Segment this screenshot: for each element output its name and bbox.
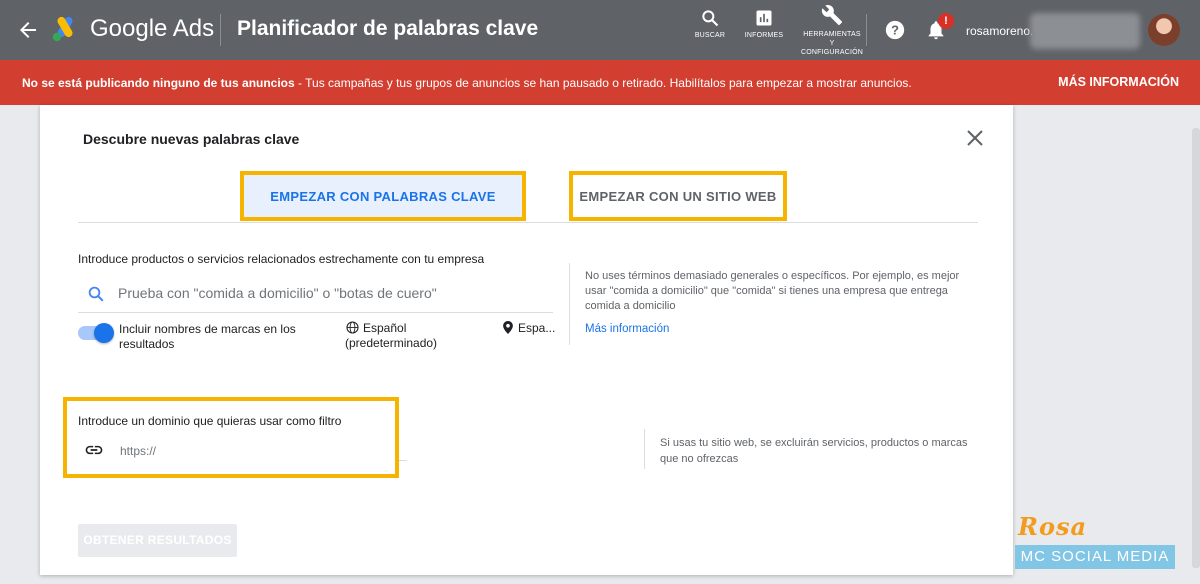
keyword-discovery-dialog: Descubre nuevas palabras clave EMPEZAR C… <box>40 105 1013 575</box>
page-title: Planificador de palabras clave <box>237 17 539 40</box>
banner-bold-text: No se está publicando ninguno de tus anu… <box>22 76 295 90</box>
tab-start-with-website[interactable]: EMPEZAR CON UN SITIO WEB <box>569 171 787 221</box>
keywords-tip: No uses términos demasiado generales o e… <box>585 270 960 312</box>
notification-badge: ! <box>938 13 954 29</box>
keywords-label: Introduce productos o servicios relacion… <box>78 252 485 266</box>
reports-tool-label: INFORMES <box>744 32 784 39</box>
header-divider <box>220 14 221 46</box>
scrollbar[interactable] <box>1192 128 1200 568</box>
back-arrow-icon[interactable] <box>16 18 40 42</box>
tabs-divider <box>78 222 978 223</box>
alert-banner: No se está publicando ninguno de tus anu… <box>0 60 1200 105</box>
bar-chart-icon <box>756 10 772 26</box>
tab-start-with-keywords[interactable]: EMPEZAR CON PALABRAS CLAVE <box>240 171 526 221</box>
header-divider <box>866 14 867 46</box>
get-results-button[interactable]: OBTENER RESULTADOS <box>78 524 237 557</box>
avatar[interactable] <box>1148 14 1180 46</box>
banner-text: - Tus campañas y tus grupos de anuncios … <box>294 76 912 90</box>
search-tool-label: BUSCAR <box>694 32 726 39</box>
search-icon <box>702 10 719 27</box>
top-app-bar: Google Ads Planificador de palabras clav… <box>0 0 1200 60</box>
tip-divider <box>569 263 570 345</box>
dialog-title: Descubre nuevas palabras clave <box>83 131 300 147</box>
input-underline <box>399 460 407 461</box>
location-selector[interactable]: Espa... <box>518 321 555 335</box>
google-ads-logo-icon[interactable] <box>50 14 80 44</box>
close-icon[interactable] <box>966 129 984 147</box>
input-underline <box>78 312 553 313</box>
help-icon[interactable]: ? <box>884 19 906 41</box>
brand-name: Google Ads <box>90 15 215 42</box>
wrench-icon <box>821 5 843 26</box>
brand-names-toggle[interactable] <box>78 323 114 343</box>
tools-settings-button[interactable]: HERRAMIENTAS Y CONFIGURACIÓN <box>798 4 866 57</box>
location-pin-icon <box>503 321 513 334</box>
reports-tool-button[interactable]: INFORMES <box>742 8 786 39</box>
link-icon <box>85 445 103 455</box>
keywords-input[interactable] <box>116 284 552 302</box>
watermark-subtitle: MC SOCIAL MEDIA <box>1015 545 1175 569</box>
language-selector[interactable]: Español (predeterminado) <box>345 321 495 351</box>
tools-label-line1: HERRAMIENTAS <box>803 31 861 38</box>
domain-input[interactable] <box>118 443 392 459</box>
email-redaction <box>1030 13 1140 49</box>
tools-label-line2: Y <box>829 40 835 47</box>
search-tool-button[interactable]: BUSCAR <box>690 8 730 39</box>
tip-divider <box>644 429 645 469</box>
search-icon <box>88 286 104 302</box>
svg-text:?: ? <box>891 23 899 38</box>
domain-label: Introduce un dominio que quieras usar co… <box>78 414 342 428</box>
toggle-knob <box>94 323 114 343</box>
user-email[interactable]: rosamoreno. <box>966 24 1033 38</box>
more-info-link[interactable]: Más información <box>585 323 669 335</box>
tools-label-line3: CONFIGURACIÓN <box>800 49 864 56</box>
brand-names-toggle-label: Incluir nombres de marcas en los resulta… <box>119 322 296 351</box>
banner-message: No se está publicando ninguno de tus anu… <box>22 76 912 90</box>
more-info-link[interactable]: MÁS INFORMACIÓN <box>1058 75 1179 89</box>
website-tip: Si usas tu sitio web, se excluirán servi… <box>660 437 968 465</box>
domain-filter-box: Introduce un dominio que quieras usar co… <box>63 397 399 478</box>
